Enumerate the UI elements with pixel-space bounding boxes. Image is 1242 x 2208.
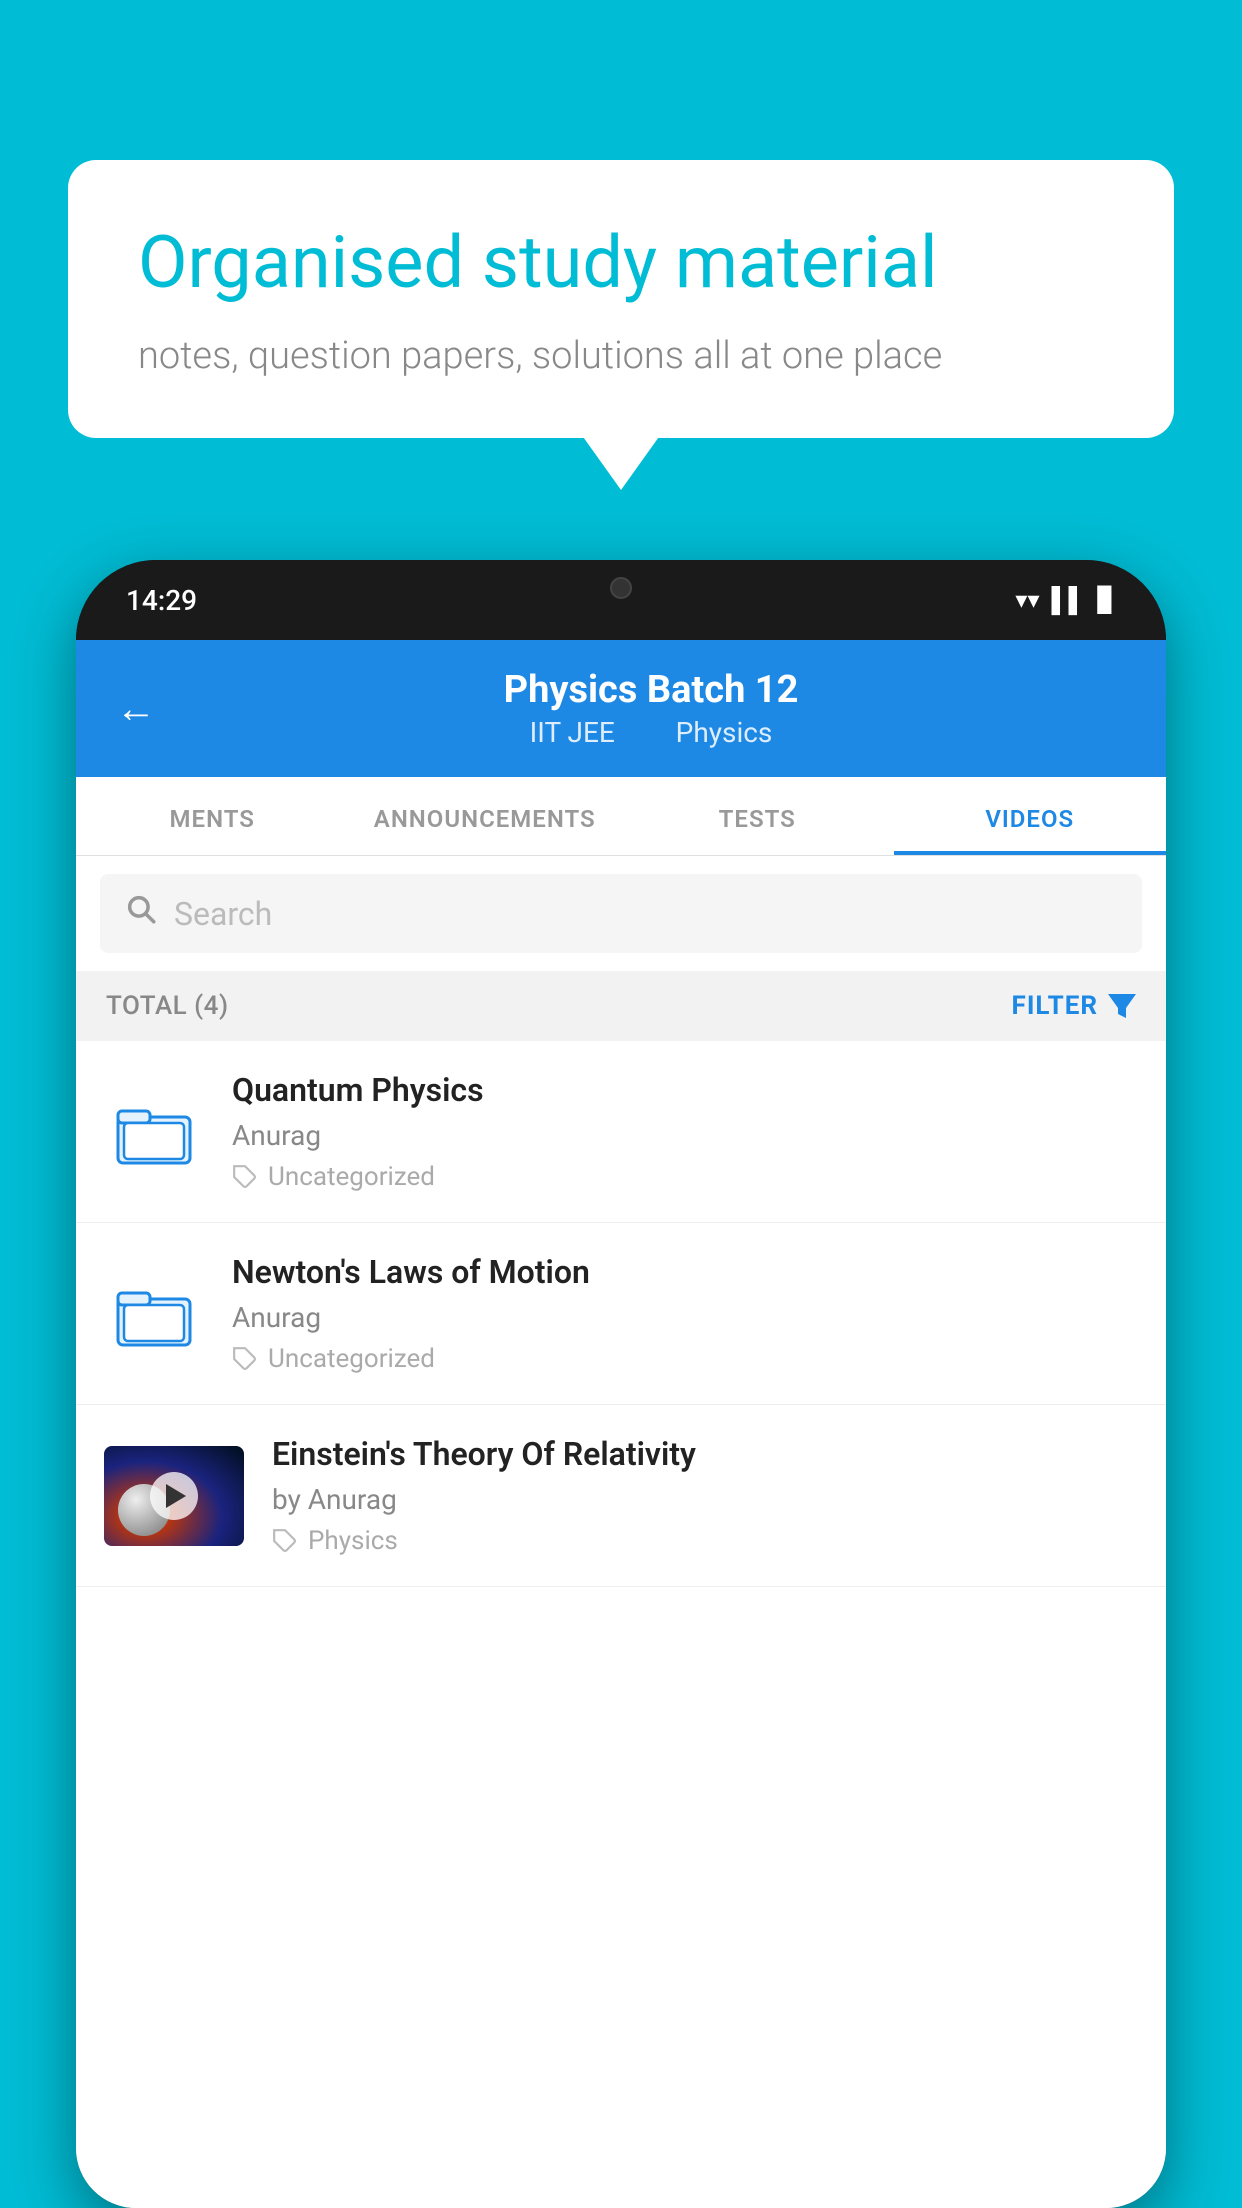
- tab-tests[interactable]: TESTS: [621, 777, 894, 855]
- back-button[interactable]: ←: [116, 685, 156, 732]
- video-tag: Uncategorized: [232, 1344, 1138, 1374]
- status-bar: 14:29 ▾▾ ▌▌ ▊: [76, 560, 1166, 640]
- battery-icon: ▊: [1098, 586, 1116, 614]
- phone-notch: [521, 560, 721, 615]
- filter-icon: [1108, 994, 1136, 1018]
- video-title: Einstein's Theory Of Relativity: [272, 1435, 1138, 1473]
- search-placeholder: Search: [174, 895, 272, 933]
- tab-videos[interactable]: VIDEOS: [894, 777, 1167, 855]
- tab-ments[interactable]: MENTS: [76, 777, 349, 855]
- camera-icon: [610, 577, 632, 599]
- list-item[interactable]: Einstein's Theory Of Relativity by Anura…: [76, 1405, 1166, 1587]
- status-time: 14:29: [126, 584, 197, 617]
- phone-frame: 14:29 ▾▾ ▌▌ ▊ ← Physics Batch 12 IIT JEE…: [76, 560, 1166, 2208]
- tag-label: Uncategorized: [268, 1344, 435, 1374]
- app-screen: ← Physics Batch 12 IIT JEE Physics MENTS…: [76, 640, 1166, 2208]
- filter-label: FILTER: [1012, 991, 1098, 1021]
- video-title: Newton's Laws of Motion: [232, 1253, 1138, 1291]
- folder-icon-quantum: [104, 1082, 204, 1182]
- video-thumbnail-einstein: [104, 1446, 244, 1546]
- folder-icon-newton: [104, 1264, 204, 1364]
- filter-button[interactable]: FILTER: [1012, 991, 1136, 1021]
- subtitle-physics: Physics: [676, 716, 773, 749]
- tag-label: Physics: [308, 1526, 398, 1556]
- video-tag: Physics: [272, 1526, 1138, 1556]
- batch-subtitle: IIT JEE Physics: [176, 716, 1126, 749]
- tab-announcements[interactable]: ANNOUNCEMENTS: [349, 777, 622, 855]
- total-count: TOTAL (4): [106, 991, 229, 1021]
- wifi-icon: ▾▾: [1015, 586, 1039, 614]
- filter-bar: TOTAL (4) FILTER: [76, 971, 1166, 1041]
- video-title: Quantum Physics: [232, 1071, 1138, 1109]
- app-header: ← Physics Batch 12 IIT JEE Physics: [76, 640, 1166, 777]
- header-title-area: Physics Batch 12 IIT JEE Physics: [176, 668, 1126, 749]
- video-author: by Anurag: [272, 1483, 1138, 1516]
- video-info-quantum: Quantum Physics Anurag Uncategorized: [232, 1071, 1138, 1192]
- search-container: Search: [76, 856, 1166, 971]
- signal-icon: ▌▌: [1052, 586, 1086, 615]
- speech-bubble-card: Organised study material notes, question…: [68, 160, 1174, 438]
- video-tag: Uncategorized: [232, 1162, 1138, 1192]
- video-author: Anurag: [232, 1119, 1138, 1152]
- video-author: Anurag: [232, 1301, 1138, 1334]
- video-list: Quantum Physics Anurag Uncategorized: [76, 1041, 1166, 2208]
- batch-title: Physics Batch 12: [176, 668, 1126, 712]
- tag-label: Uncategorized: [268, 1162, 435, 1192]
- subtitle-separator: [642, 716, 656, 749]
- video-info-einstein: Einstein's Theory Of Relativity by Anura…: [272, 1435, 1138, 1556]
- subtitle-iit: IIT JEE: [530, 716, 615, 749]
- speech-bubble-section: Organised study material notes, question…: [68, 160, 1174, 438]
- tag-icon: [232, 1346, 258, 1372]
- search-bar[interactable]: Search: [100, 874, 1142, 953]
- list-item[interactable]: Quantum Physics Anurag Uncategorized: [76, 1041, 1166, 1223]
- tag-icon: [272, 1528, 298, 1554]
- speech-bubble-subtext: notes, question papers, solutions all at…: [138, 334, 1104, 378]
- speech-bubble-heading: Organised study material: [138, 220, 1104, 306]
- tabs-bar: MENTS ANNOUNCEMENTS TESTS VIDEOS: [76, 777, 1166, 856]
- video-info-newton: Newton's Laws of Motion Anurag Uncategor…: [232, 1253, 1138, 1374]
- status-icons: ▾▾ ▌▌ ▊: [1015, 586, 1116, 615]
- list-item[interactable]: Newton's Laws of Motion Anurag Uncategor…: [76, 1223, 1166, 1405]
- search-icon: [124, 892, 158, 935]
- tag-icon: [232, 1164, 258, 1190]
